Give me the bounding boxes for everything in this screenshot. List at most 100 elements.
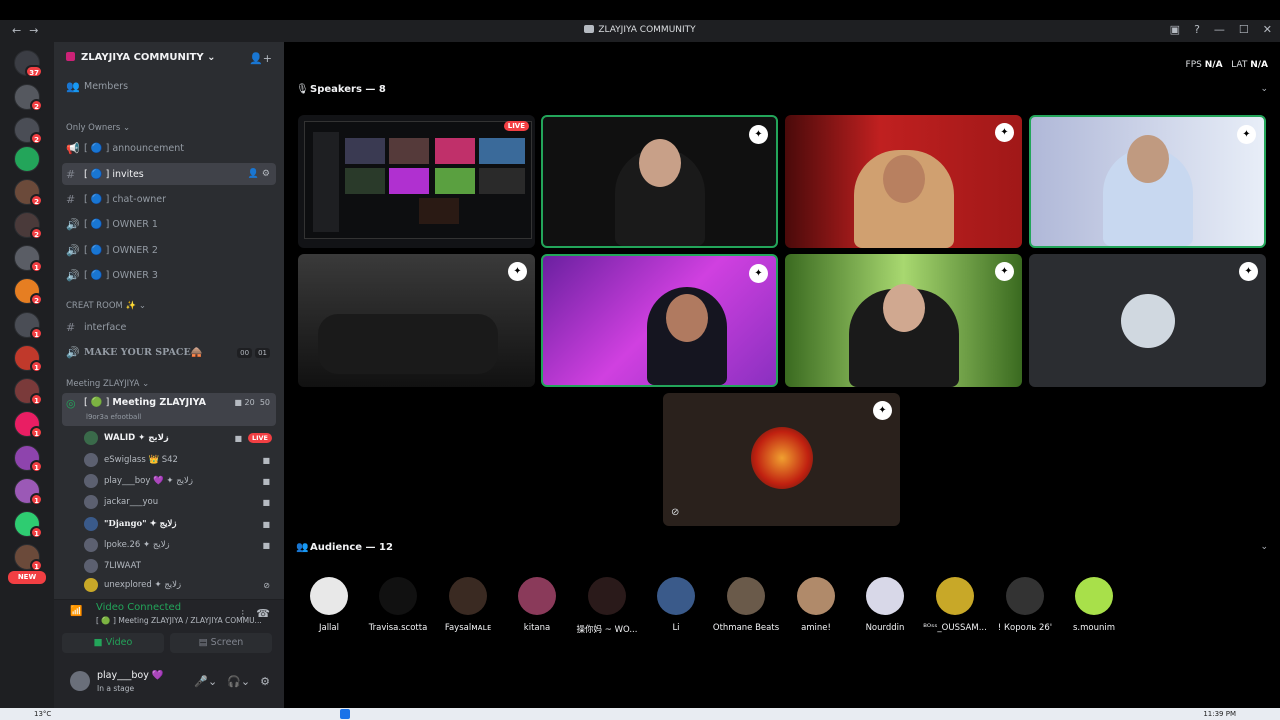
audience-member[interactable]: Faysalᴍᴀʟᴇ	[433, 577, 503, 633]
screen-button[interactable]: ▤ Screen	[170, 633, 272, 653]
pin-icon[interactable]: ✦	[873, 401, 892, 420]
speaker-icon: 🔊	[66, 217, 80, 231]
category-only-owners[interactable]: Only Owners ⌄	[66, 123, 130, 133]
preview-tile	[435, 138, 475, 164]
speaker-tile[interactable]: ✦	[298, 254, 535, 387]
headphones-icon[interactable]: 🎧⌄	[227, 675, 250, 688]
direct-messages-icon[interactable]: 37	[14, 50, 43, 78]
members-label: Members	[84, 80, 129, 92]
guild-icon[interactable]: 1	[14, 478, 43, 506]
pin-icon[interactable]: ✦	[995, 123, 1014, 142]
voice-user[interactable]: jackar___you ■	[84, 492, 276, 512]
avatar	[866, 577, 904, 615]
channel-owner-2[interactable]: 🔊 [ 🔵 ] OWNER 2	[62, 239, 276, 261]
guild-icon[interactable]: 1	[14, 378, 43, 406]
guild-icon[interactable]: 2	[14, 278, 43, 306]
audience-member[interactable]: Nourddin	[850, 577, 920, 633]
video-button[interactable]: ■ Video	[62, 633, 164, 653]
microphone-icon[interactable]: 🎤⌄	[194, 675, 217, 688]
guild-icon[interactable]: 1	[14, 544, 43, 572]
channel-settings-icon[interactable]: 👤 ⚙	[248, 169, 270, 179]
guild-icon[interactable]: 1	[14, 511, 43, 539]
guild-icon[interactable]: 1	[14, 345, 43, 373]
speaker-tile[interactable]: ✦	[1029, 254, 1266, 387]
noise-suppression-icon[interactable]: ⫶	[241, 608, 244, 622]
speaker-tile[interactable]: ✦	[541, 115, 778, 248]
guild-icon[interactable]	[14, 146, 40, 172]
voice-user[interactable]: WALID ✦ زلايج ■ LIVE	[84, 428, 276, 448]
avatar[interactable]	[70, 671, 90, 691]
channel-meeting[interactable]: ◎ [ 🟢 ] Meeting ZLAYJIYA l9or3a efootball…	[62, 393, 276, 426]
guild-icon[interactable]: 1	[14, 312, 43, 340]
channel-chat-owner[interactable]: # [ 🔵 ] chat-owner	[62, 188, 276, 210]
voice-user[interactable]: 7LIWAAT	[84, 556, 276, 576]
badge: 1	[30, 460, 43, 473]
invite-people-icon[interactable]: 👤+	[249, 52, 272, 65]
user-controls: 🎤⌄ 🎧⌄ ⚙	[194, 675, 270, 688]
voice-channel-path[interactable]: [ 🟢 ] Meeting ZLAYJIYA / ZLAYJIYA COMMU.…	[96, 616, 262, 625]
voice-user[interactable]: eSwiglass 👑 S42 ■	[84, 450, 276, 470]
close-button[interactable]: ✕	[1263, 23, 1272, 36]
screen-label: Screen	[210, 637, 244, 648]
guild-list: 37 2 2 2 2 1 2 1 1 1 1 1 1 1 1 NEW	[0, 42, 54, 708]
voice-user[interactable]: play___boy 💜 ✦ زلايج ■	[84, 471, 276, 491]
audience-member[interactable]: ᴮᴼˢˢ_OUSSAM...	[920, 577, 990, 633]
channel-owner-3[interactable]: 🔊 [ 🔵 ] OWNER 3	[62, 264, 276, 286]
guild-icon[interactable]: 2	[14, 84, 43, 112]
minimize-button[interactable]: —	[1214, 23, 1225, 36]
audience-member[interactable]: 操你妈 ~ WO...	[572, 577, 642, 635]
user-panel: play___boy 💜 In a stage 🎤⌄ 🎧⌄ ⚙	[54, 659, 284, 708]
guild-icon[interactable]: 2	[14, 212, 43, 240]
speaker-tile[interactable]: ✦ ⊘	[663, 393, 900, 526]
user-name: play___boy 💜	[97, 670, 164, 681]
audience-member[interactable]: Li	[641, 577, 711, 633]
pin-icon[interactable]: ✦	[995, 262, 1014, 281]
speaker-tile[interactable]: ✦	[785, 254, 1022, 387]
channel-owner-1[interactable]: 🔊 [ 🔵 ] OWNER 1	[62, 213, 276, 235]
maximize-button[interactable]: ☐	[1239, 23, 1249, 36]
guild-icon[interactable]: 1	[14, 445, 43, 473]
guild-icon[interactable]: 2	[14, 117, 43, 145]
channel-announcement[interactable]: 📢 [ 🔵 ] announcement	[62, 137, 276, 159]
audience-member[interactable]: Travisa.scotta	[363, 577, 433, 633]
voice-user[interactable]: lpoke.26 ✦ زلايج ■	[84, 535, 276, 555]
gear-icon[interactable]: ⚙	[260, 675, 270, 688]
disconnect-icon[interactable]: ☎	[256, 607, 270, 620]
audience-member[interactable]: kitana	[502, 577, 572, 633]
speaker-tile[interactable]: ✦	[1029, 115, 1266, 248]
chevron-down-icon[interactable]: ⌄	[1260, 84, 1268, 94]
guild-icon[interactable]: 1	[14, 245, 43, 273]
pin-icon[interactable]: ✦	[1237, 125, 1256, 144]
channel-make-your-space[interactable]: 🔊 MAKE YOUR SPACE🛖 00 01	[62, 341, 276, 363]
audience-member[interactable]: s.mounim	[1059, 577, 1129, 633]
avatar	[727, 577, 765, 615]
speaker-tile[interactable]: ✦	[785, 115, 1022, 248]
audience-member[interactable]: Jallal	[294, 577, 364, 633]
speaker-tile-stream[interactable]: LIVE	[298, 115, 535, 248]
preview-tile	[419, 198, 459, 224]
voice-connection-panel: 📶 Video Connected [ 🟢 ] Meeting ZLAYJIYA…	[54, 599, 284, 659]
screen-icon[interactable]: ▣	[1170, 23, 1180, 36]
pin-icon[interactable]: ✦	[1239, 262, 1258, 281]
chevron-down-icon[interactable]: ⌄	[1260, 542, 1268, 552]
pin-icon[interactable]: ✦	[749, 125, 768, 144]
audience-member[interactable]: Othmane Beats	[711, 577, 781, 633]
audience-header: 👥 Audience — 12	[296, 542, 393, 553]
audience-member[interactable]: amine!	[781, 577, 851, 633]
channel-invites[interactable]: # [ 🔵 ] invites 👤 ⚙	[62, 163, 276, 185]
speaker-tile[interactable]: ✦	[541, 254, 778, 387]
pin-icon[interactable]: ✦	[508, 262, 527, 281]
voice-user[interactable]: "Django" ✦ زلايج ■	[84, 514, 276, 534]
start-icon[interactable]	[340, 709, 350, 719]
server-name: ZLAYJIYA COMMUNITY	[81, 52, 204, 63]
pin-icon[interactable]: ✦	[749, 264, 768, 283]
channel-interface[interactable]: # interface	[62, 316, 276, 338]
help-icon[interactable]: ?	[1194, 23, 1200, 36]
voice-user[interactable]: unexplored ✦ زلايج ⊘	[84, 578, 276, 592]
members-link[interactable]: 👥 Members	[62, 75, 276, 97]
audience-member[interactable]: ! Король 26'	[990, 577, 1060, 633]
guild-icon[interactable]: 1	[14, 411, 43, 439]
category-creat-room[interactable]: CREAT ROOM ✨ ⌄	[66, 301, 146, 311]
guild-icon[interactable]: 2	[14, 179, 43, 207]
category-meeting[interactable]: Meeting ZLAYJIYA ⌄	[66, 379, 149, 389]
